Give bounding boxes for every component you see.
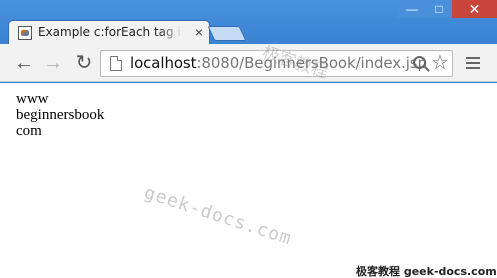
browser-toolbar: ← → ↻ localhost:8080/BeginnersBook/index… [0,44,497,82]
page-content: www beginnersbook com [0,83,497,278]
hamburger-menu-icon[interactable] [466,57,480,69]
new-tab-button[interactable] [207,26,247,41]
footer-watermark: 极客教程 geek-docs.com [356,265,497,278]
java-favicon-icon [18,26,32,40]
bookmark-star-icon[interactable]: ☆ [431,52,449,74]
back-arrow-icon[interactable]: ← [13,52,35,74]
url-host: localhost [130,54,197,72]
reload-icon[interactable]: ↻ [73,52,95,74]
maximize-button[interactable]: □ [426,0,452,18]
tab-title-fade [159,25,183,41]
search-icon[interactable] [413,56,426,69]
minimize-button[interactable]: — [398,0,426,18]
tab-close-icon[interactable]: × [192,24,206,40]
browser-tab[interactable]: Example c:forEach tag in J × [8,20,210,44]
page-icon [110,56,122,71]
title-bar: Example c:forEach tag in J × — □ ✕ [0,0,497,44]
browser-window: Example c:forEach tag in J × — □ ✕ ← → ↻… [0,0,497,278]
list-item: www [16,91,49,107]
list-item: beginnersbook [16,107,105,123]
list-item: com [16,123,42,139]
forward-arrow-icon[interactable]: → [42,52,64,74]
close-window-button[interactable]: ✕ [452,0,497,18]
